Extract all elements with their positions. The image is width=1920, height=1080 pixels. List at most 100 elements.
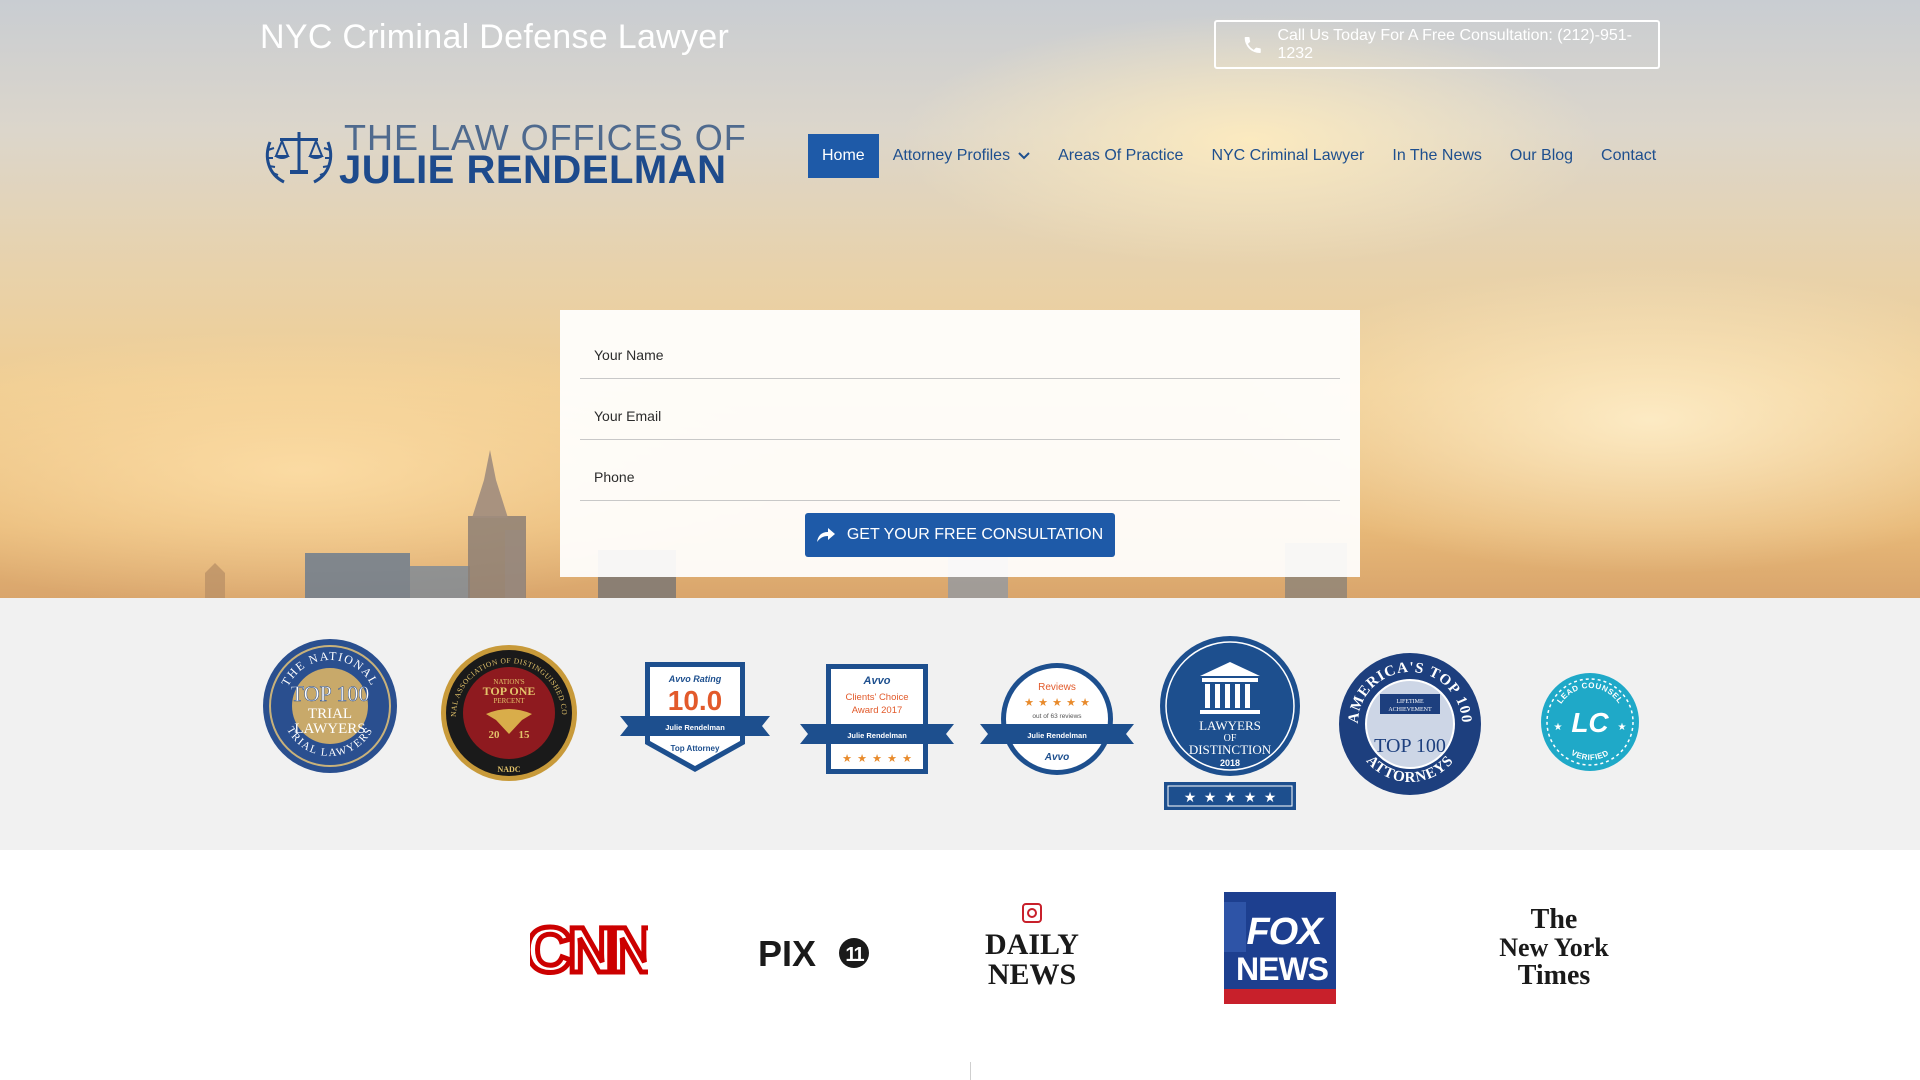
svg-text:★: ★ [1184,789,1197,805]
fox-text: FOX [1246,911,1325,953]
pix11-logo[interactable]: PIX 11 [758,930,870,976]
svg-text:★: ★ [1244,789,1257,805]
svg-text:★: ★ [887,753,897,765]
name-input[interactable]: Your Name [580,331,1340,379]
svg-text:★: ★ [902,753,912,765]
nav-attorney-profiles-label: Attorney Profiles [892,147,1011,164]
badge-lod-graphic: LAWYERS OF DISTINCTION 2018 ★ ★ ★ ★ ★ [1160,636,1300,810]
badge-avvo-rating[interactable]: Avvo Rating 10.0 Julie Rendelman Top Att… [620,658,770,774]
badge-avvo-rating-header: Avvo Rating [668,674,722,684]
svg-text:★: ★ [1618,722,1627,733]
badge-avvo-reviews-name: Julie Rendelman [1027,731,1087,740]
badge-ntl-line1: TOP 100 [291,681,370,706]
badge-lod-line1: LAWYERS [1199,718,1261,733]
svg-text:★: ★ [872,753,882,765]
badge-avvo-clients-choice[interactable]: Avvo Clients' Choice Award 2017 Julie Re… [800,662,954,776]
badge-avvo-rating-footer: Top Attorney [671,744,720,753]
share-arrow-icon [816,528,835,542]
submit-consultation-button[interactable]: GET YOUR FREE CONSULTATION [805,513,1115,557]
new-york-times-logo[interactable]: The New York Times [1494,902,1614,994]
badge-nadc-line2: TOP ONE [483,684,536,698]
nav-in-the-news[interactable]: In The News [1378,134,1496,178]
badge-lod-line3: DISTINCTION [1189,742,1272,757]
cnn-logo[interactable]: CNN [530,914,648,984]
badge-ntl-line2: TRIAL [308,706,352,722]
badge-americas-line3: TOP 100 [1374,735,1446,757]
media-logos-bar: CNN PIX 11 DAILY NEWS FOX NEWS The New Y… [0,850,1920,1080]
cnn-text: CNN [530,914,648,984]
badge-avvo-reviews-header: Reviews [1038,682,1076,693]
svg-text:★: ★ [1554,722,1563,733]
nav-home[interactable]: Home [808,134,879,178]
badge-avvo-reviews[interactable]: Reviews ★ ★ ★ ★ ★ out of 63 reviews Julie Re… [980,662,1134,776]
svg-text:★: ★ [1066,697,1076,709]
badge-avvo-clients-graphic: Avvo Clients' Choice Award 2017 Julie Re… [800,664,954,774]
phone-icon [1244,36,1261,53]
nyt-line1: The [1531,904,1578,935]
badge-lead-graphic: LEAD COUNSEL LC ★ ★ VERIFIED [1541,673,1639,771]
nav-contact[interactable]: Contact [1587,134,1670,178]
badge-lod-year: 2018 [1220,758,1240,768]
svg-text:★: ★ [1024,697,1034,709]
pix-number: 11 [845,944,864,966]
chevron-down-icon[interactable] [1018,152,1030,160]
badge-avvo-clients-name: Julie Rendelman [847,731,907,740]
pix-text: PIX [758,933,816,974]
badge-americas-line1: LIFETIME [1396,699,1424,705]
scales-of-justice-icon [265,132,333,184]
badge-avvo-reviews-graphic: Reviews ★ ★ ★ ★ ★ out of 63 reviews Julie Re… [980,663,1134,775]
badge-nadc-year-left: 20 [489,729,501,741]
svg-text:★: ★ [1204,789,1217,805]
badge-lead-counsel[interactable]: LEAD COUNSEL LC ★ ★ VERIFIED [1540,672,1640,772]
badge-avvo-clients-line1: Clients' Choice [845,692,908,703]
badge-ntl-graphic: THE NATIONAL TOP 100 TRIAL LAWYERS TRIAL… [263,639,397,773]
nav-our-blog[interactable]: Our Blog [1496,134,1587,178]
badge-nadc-footer: NADC [497,765,520,774]
badge-nadc-graphic: NATIONAL ASSOCIATION OF DISTINGUISHED CO… [440,644,577,781]
badge-avvo-reviews-sub: out of 63 reviews [1032,713,1082,720]
nyt-line2: New York [1499,933,1609,962]
nav-nyc-criminal-lawyer[interactable]: NYC Criminal Lawyer [1197,134,1378,178]
site-logo[interactable]: THE LAW OFFICES OF JULIE RENDELMAN [262,120,746,192]
main-navigation: Home Attorney Profiles Areas Of Practice… [808,134,1670,178]
site-title: NYC Criminal Defense Lawyer [260,18,730,56]
badge-americas-graphic: AMERICA'S TOP 100 LIFETIME ACHIEVEMENT T… [1339,653,1481,795]
badge-avvo-clients-line2: Award 2017 [852,705,903,716]
badge-lead-center: LC [1571,707,1609,738]
nyt-line3: Times [1518,960,1591,991]
badge-avvo-rating-score: 10.0 [668,685,723,716]
daily-news-logo[interactable]: DAILY NEWS [972,902,1092,996]
badge-nadc-year-right: 15 [519,729,531,741]
badge-nadc-line3: PERCENT [493,697,525,705]
badge-nadc[interactable]: NATIONAL ASSOCIATION OF DISTINGUISHED CO… [440,644,578,782]
call-button-label: Call Us Today For A Free Consultation: (… [1277,26,1632,62]
svg-text:★: ★ [1224,789,1237,805]
badge-lawyers-of-distinction[interactable]: LAWYERS OF DISTINCTION 2018 ★ ★ ★ ★ ★ [1158,636,1302,812]
news-text: NEWS [988,958,1076,991]
badge-avvo-rating-name: Julie Rendelman [665,723,725,732]
call-consultation-button[interactable]: Call Us Today For A Free Consultation: (… [1214,20,1660,69]
badge-americas-top-100[interactable]: AMERICA'S TOP 100 LIFETIME ACHIEVEMENT T… [1338,652,1482,796]
phone-input[interactable]: Phone [580,453,1340,501]
email-input[interactable]: Your Email [580,392,1340,440]
nav-areas-of-practice[interactable]: Areas Of Practice [1044,134,1197,178]
consultation-form: Your Name Your Email Phone GET YOUR FREE… [560,310,1360,577]
logo-line-2: JULIE RENDELMAN [339,148,727,192]
submit-label: GET YOUR FREE CONSULTATION [846,526,1104,543]
svg-text:★: ★ [1080,697,1090,709]
fox-news-logo[interactable]: FOX NEWS [1224,892,1336,1004]
svg-text:★: ★ [1038,697,1048,709]
badge-avvo-rating-graphic: Avvo Rating 10.0 Julie Rendelman Top Att… [620,662,770,772]
svg-text:★: ★ [1264,789,1277,805]
badge-national-trial-lawyers[interactable]: THE NATIONAL TOP 100 TRIAL LAWYERS TRIAL… [262,638,398,774]
svg-text:★: ★ [857,753,867,765]
svg-text:★: ★ [1052,697,1062,709]
svg-text:★: ★ [842,753,852,765]
badge-americas-line2: ACHIEVEMENT [1388,707,1432,713]
badge-ntl-line3: LAWYERS [294,721,365,737]
footer-divider [970,1062,971,1080]
nav-attorney-profiles[interactable]: Attorney Profiles [879,134,1044,178]
badge-avvo-clients-header: Avvo [863,675,891,687]
badge-avvo-reviews-footer: Avvo [1044,752,1069,763]
daily-text: DAILY [985,928,1079,961]
